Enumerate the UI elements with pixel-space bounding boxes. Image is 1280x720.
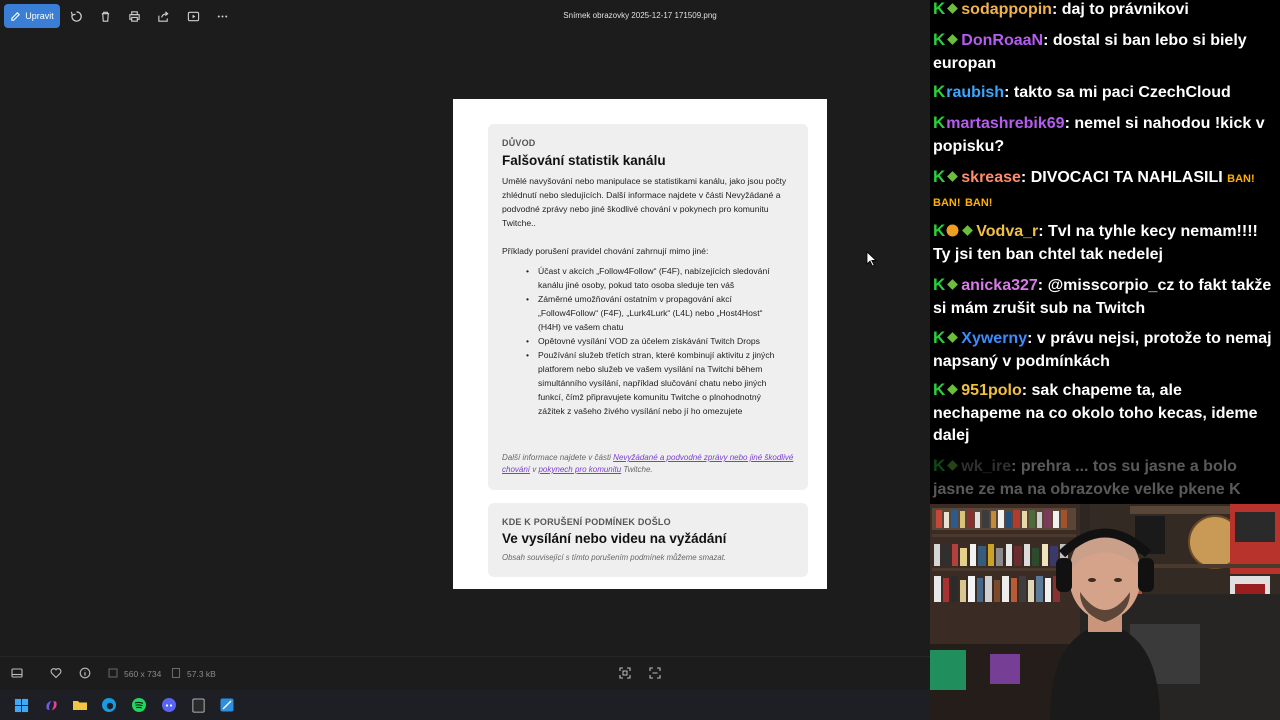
kick-badge-icon: K (933, 275, 946, 294)
footnote-suffix: Twitche. (621, 465, 653, 474)
chat-username: Vodva_r (976, 223, 1039, 240)
edge-browser-icon[interactable] (100, 696, 118, 714)
edit-button-label: Upravit (25, 11, 54, 21)
sub-badge-icon (946, 329, 959, 343)
chat-message: Kmartashrebik69: nemel si nahodou !kick … (933, 113, 1265, 155)
ban-emote: BAN! (1227, 173, 1255, 185)
snipping-tool-icon[interactable] (218, 696, 236, 714)
chat-username: wk_ire (961, 458, 1012, 475)
sub-badge-icon (946, 276, 959, 290)
chat-username: DonRoaaN (961, 32, 1044, 49)
sub-badge-icon (946, 31, 959, 45)
list-item: Používání služeb třetích stran, které ko… (518, 348, 782, 418)
chat-text: takto sa mi paci CzechCloud (1013, 84, 1231, 101)
mouse-cursor-icon (866, 251, 878, 267)
examples-intro: Příklady porušení pravidel chování zahrn… (502, 246, 709, 256)
chat-message: Kanicka327: @misscorpio_cz to fakt takže… (933, 275, 1272, 317)
chat-message: K Xywerny: v právu nejsi, protože to nema… (933, 328, 1272, 370)
slideshow-icon[interactable] (185, 8, 201, 24)
webcam-image (930, 504, 1280, 720)
kick-badge-icon: K (933, 30, 946, 49)
reason-label: DŮVOD (502, 138, 536, 148)
chat-message: Kwk_ire: prehra ... tos su jasne a bolo … (933, 456, 1241, 498)
footnote: Další informace najdete v části Nevyžáda… (502, 452, 798, 476)
copilot-icon[interactable] (42, 696, 60, 714)
chat-message: Kraubish: takto sa mi paci CzechCloud (933, 82, 1231, 101)
footnote-prefix: Další informace najdete v části (502, 453, 614, 462)
location-note: Obsah související s tímto porušením podm… (502, 553, 727, 562)
kick-badge-icon: K (933, 0, 946, 18)
sub-badge-icon (946, 457, 959, 471)
image-dimensions: 560 x 734 (124, 669, 162, 679)
file-title: Snímek obrazovky 2025-12-17 171509.png (563, 11, 717, 20)
image-viewer: Upravit Snímek obrazovky 2025-12-17 1715… (0, 0, 930, 690)
sub-badge-icon (946, 168, 959, 182)
fit-to-window-icon[interactable] (618, 666, 632, 680)
kick-badge-icon: K (933, 82, 946, 101)
ban-emote: BAN! (933, 196, 961, 209)
rotate-icon[interactable] (68, 8, 84, 24)
chat-username: raubish (946, 84, 1005, 101)
delete-icon[interactable] (97, 8, 113, 24)
location-card: KDE K PORUŠENÍ PODMÍNEK DOŠLO Ve vysílán… (488, 503, 808, 577)
chat-text: DIVOCACI TA NAHLASILI (1030, 169, 1223, 186)
reason-title: Falšování statistik kanálu (502, 153, 666, 168)
list-item: Záměrné umožňování ostatním v propagován… (518, 292, 782, 334)
file-size-icon (169, 666, 183, 680)
chat-message: K Vodva_r: Tvl na tyhle kecy nemam!!!! Ty… (933, 221, 1258, 263)
kick-badge-icon: K (933, 456, 946, 475)
actual-size-icon[interactable] (648, 666, 662, 680)
taskbar (0, 690, 930, 720)
location-title: Ve vysílání nebo videu na vyžádání (502, 531, 727, 546)
sub-badge-icon (946, 0, 959, 14)
favorite-icon[interactable] (49, 666, 63, 680)
chat-text: daj to právnikovi (1061, 1, 1189, 18)
more-options-icon[interactable] (214, 8, 230, 24)
edit-button[interactable]: Upravit (4, 4, 60, 28)
chat-message: Ksodappopin: daj to právnikovi (933, 0, 1189, 18)
chat-username: 951polo (961, 382, 1022, 399)
print-icon[interactable] (126, 8, 142, 24)
info-icon[interactable] (78, 666, 92, 680)
discord-icon[interactable] (160, 696, 178, 714)
ban-emote: BAN! (964, 196, 993, 209)
list-item: Opětovné vysílání VOD za účelem získáván… (518, 334, 782, 348)
edit-icon (11, 11, 21, 21)
reason-card: DŮVOD Falšování statistik kanálu Umělé n… (488, 124, 808, 490)
filmstrip-icon[interactable] (10, 666, 24, 680)
chat-username: Xywerny (961, 330, 1028, 347)
file-explorer-icon[interactable] (71, 696, 89, 714)
chat-message: K DonRoaaN: dostal si ban lebo si biely e… (933, 30, 1247, 72)
chat-overlay: Ksodappopin: daj to právnikovi K DonRoaaN… (930, 0, 1280, 504)
community-guidelines-link[interactable]: pokynech pro komunitu (538, 465, 621, 474)
spotify-icon[interactable] (130, 696, 148, 714)
reason-description: Umělé navyšování nebo manipulace se stat… (502, 176, 787, 228)
start-menu-icon[interactable] (12, 696, 30, 714)
viewer-status-bar: 560 x 734 57.3 kB (0, 656, 930, 691)
chat-message: Kskrease: DIVOCACI TA NAHLASILI BAN! BAN!… (933, 167, 1255, 209)
kick-badge-icon: K (933, 328, 946, 347)
dimensions-icon (106, 666, 120, 680)
sub-badge-icon (946, 381, 959, 395)
chat-username: anicka327 (961, 277, 1038, 294)
share-icon[interactable] (155, 8, 171, 24)
kick-badge-icon: K (933, 167, 946, 186)
webcam-feed (930, 504, 1280, 720)
epic-games-icon[interactable] (189, 696, 207, 714)
chat-username: martashrebik69 (946, 115, 1065, 132)
list-item: Účast v akcích „Follow4Follow“ (F4F), na… (518, 264, 782, 292)
level-badge-icon (946, 222, 959, 237)
kick-badge-icon: K (933, 221, 946, 240)
viewer-toolbar: Upravit Snímek obrazovky 2025-12-17 1715… (0, 0, 930, 32)
examples-list: Účast v akcích „Follow4Follow“ (F4F), na… (518, 264, 782, 418)
displayed-image: DŮVOD Falšování statistik kanálu Umělé n… (453, 99, 827, 589)
chat-message: K 951polo: sak chapeme ta, ale nechapeme … (933, 380, 1258, 444)
chat-username: sodappopin (961, 1, 1052, 18)
chat-username: skrease (961, 169, 1021, 186)
location-label: KDE K PORUŠENÍ PODMÍNEK DOŠLO (502, 517, 671, 527)
sub-badge-icon (961, 222, 974, 236)
file-size: 57.3 kB (187, 669, 216, 679)
kick-badge-icon: K (933, 113, 946, 132)
kick-badge-icon: K (933, 380, 946, 399)
